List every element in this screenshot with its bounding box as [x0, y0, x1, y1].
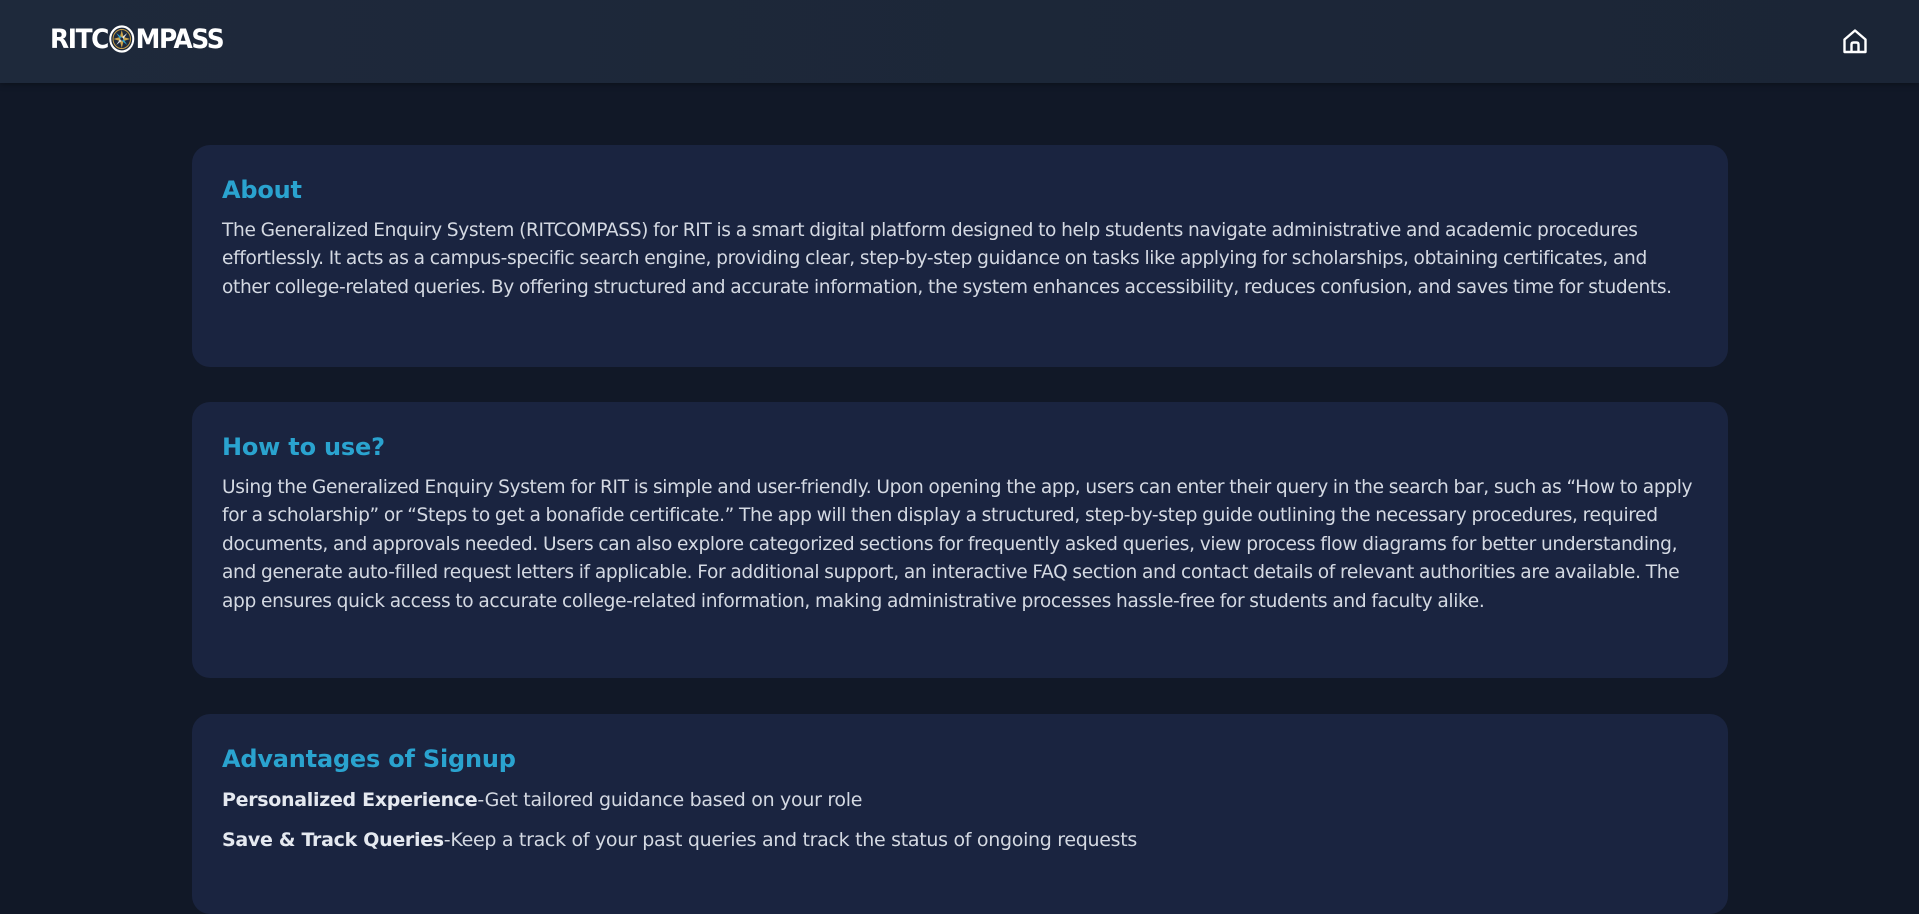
- how-to-use-heading: How to use?: [222, 433, 385, 461]
- logo-text-right: MPASS: [135, 23, 225, 55]
- advantage-label: Save & Track Queries: [222, 829, 444, 851]
- logo-text-left: RITC: [50, 23, 109, 55]
- about-card: About The Generalized Enquiry System (RI…: [192, 145, 1728, 367]
- home-icon: [1843, 29, 1867, 54]
- ritcompass-logo[interactable]: RITC MPASS: [50, 22, 225, 56]
- about-body: The Generalized Enquiry System (RITCOMPA…: [222, 220, 1672, 298]
- advantage-item-personalized: Personalized Experience-Get tailored gui…: [222, 788, 1698, 812]
- advantage-text: -Get tailored guidance based on your rol…: [477, 789, 863, 811]
- home-button[interactable]: [1838, 24, 1872, 58]
- about-heading: About: [222, 176, 302, 204]
- compass-emblem-icon: [109, 25, 135, 53]
- how-to-use-body: Using the Generalized Enquiry System for…: [222, 477, 1693, 612]
- advantages-heading: Advantages of Signup: [222, 745, 516, 773]
- advantages-card: Advantages of Signup Personalized Experi…: [192, 714, 1728, 914]
- advantages-list: Personalized Experience-Get tailored gui…: [222, 788, 1698, 852]
- advantage-text: -Keep a track of your past queries and t…: [443, 829, 1138, 851]
- advantage-item-save-track: Save & Track Queries-Keep a track of you…: [222, 828, 1698, 852]
- advantage-label: Personalized Experience: [222, 789, 478, 811]
- top-navbar: RITC MPASS: [0, 0, 1919, 83]
- how-to-use-card: How to use? Using the Generalized Enquir…: [192, 402, 1728, 678]
